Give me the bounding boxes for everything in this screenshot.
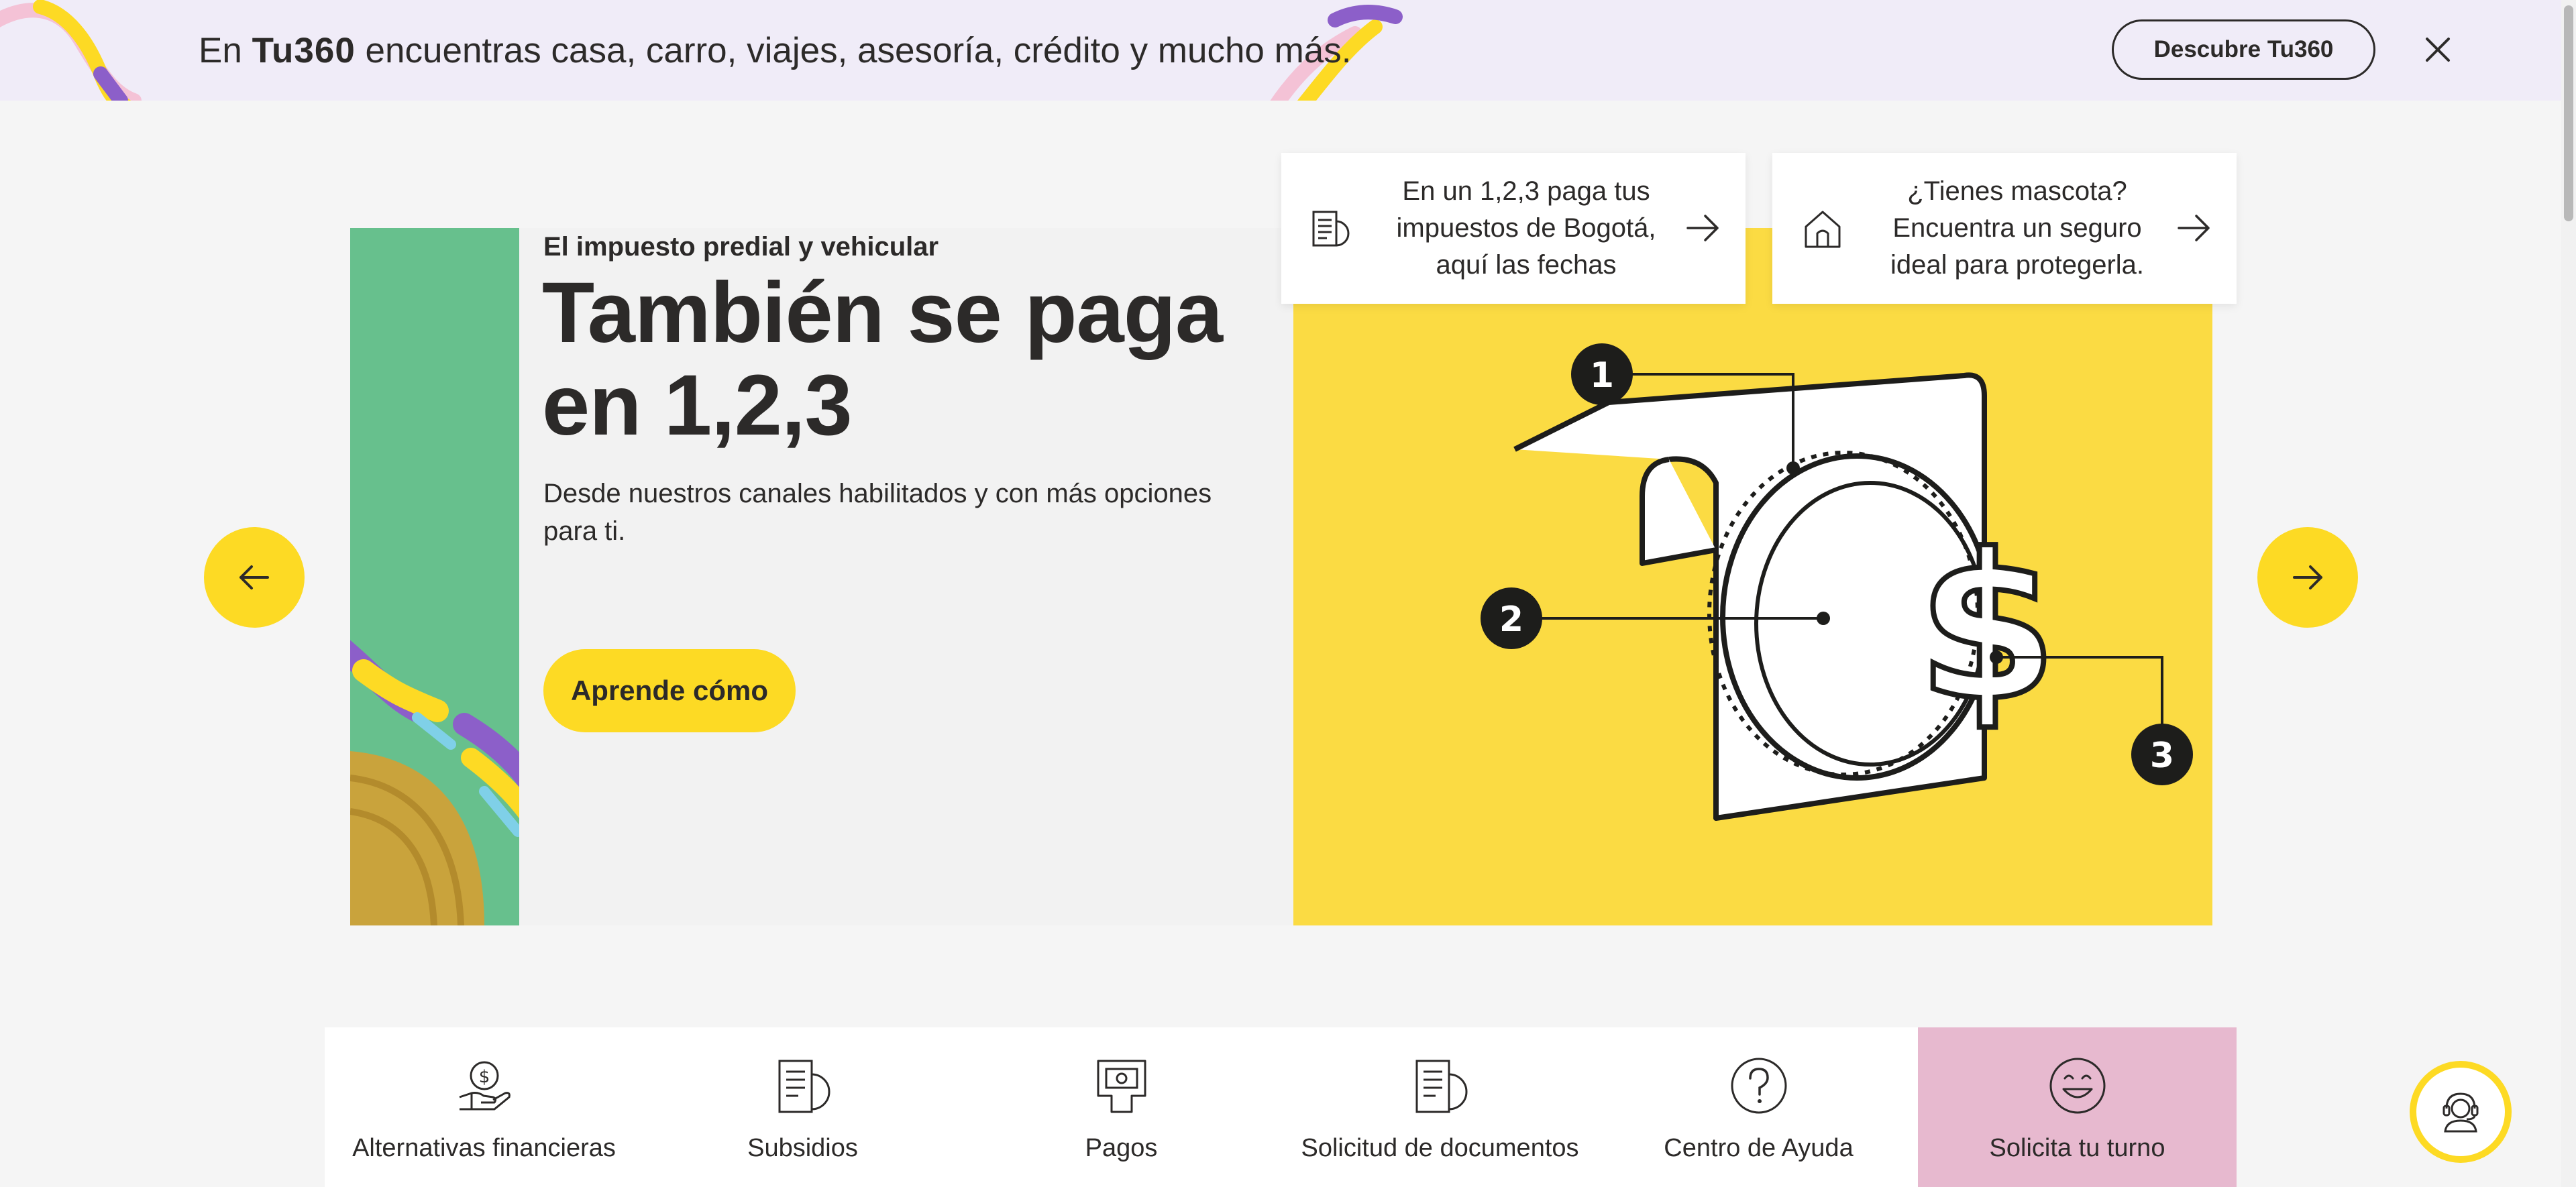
quick-access-solicita-turno[interactable]: Solicita tu turno	[1918, 1027, 2237, 1187]
svg-text:$: $	[1917, 511, 2057, 745]
hand-money-icon: $	[459, 1061, 511, 1111]
question-icon	[1731, 1058, 1786, 1114]
document-icon	[1415, 1060, 1467, 1113]
help-chat-button[interactable]	[2410, 1061, 2512, 1163]
hero-eyebrow: El impuesto predial y vehicular	[543, 232, 939, 262]
arrow-left-icon	[239, 565, 269, 589]
support-agent-icon	[2443, 1092, 2479, 1133]
tax-payment-illustration: $ 1 2 3	[1481, 343, 2193, 821]
tu360-brand: Tu360	[252, 31, 356, 70]
quick-access-solicitud-documentos[interactable]: Solicitud de documentos	[1281, 1027, 1599, 1187]
arrow-right-icon	[2293, 565, 2322, 589]
aprende-como-button[interactable]: Aprende cómo	[543, 649, 796, 732]
descubre-tu360-button[interactable]: Descubre Tu360	[2112, 19, 2375, 80]
quick-access-label: Centro de Ayuda	[1664, 1134, 1854, 1162]
scrollbar-thumb[interactable]	[2564, 5, 2573, 221]
info-card-mascota[interactable]: ¿Tienes mascota? Encuentra un seguro ide…	[1772, 153, 2237, 304]
marker-1-label: 1	[1590, 355, 1614, 396]
banner-decoration	[0, 0, 142, 101]
quick-access-label: Subsidios	[747, 1134, 858, 1162]
payment-icon	[1097, 1060, 1146, 1113]
previous-slide-button[interactable]	[204, 527, 305, 628]
arrow-right-icon	[2178, 215, 2210, 241]
promo-text: En Tu360 encuentras casa, carro, viajes,…	[199, 30, 1351, 72]
quick-access-subsidios[interactable]: Subsidios	[643, 1027, 962, 1187]
marker-2-label: 2	[1499, 600, 1523, 640]
next-slide-button[interactable]	[2257, 527, 2358, 628]
smile-icon	[2049, 1058, 2105, 1114]
house-icon	[1805, 211, 1841, 248]
close-icon	[2426, 38, 2450, 62]
quick-access-alternativas-financieras[interactable]: $ Alternativas financieras	[325, 1027, 643, 1187]
quick-access-label: Solicita tu turno	[1989, 1134, 2165, 1162]
promo-suffix: encuentras casa, carro, viajes, asesoría…	[365, 31, 1352, 70]
promo-prefix: En	[199, 31, 242, 70]
card-mascota-text: ¿Tienes mascota? Encuentra un seguro ide…	[1890, 176, 2145, 280]
document-icon	[1312, 211, 1350, 247]
hero-description: Desde nuestros canales habilitados y con…	[543, 479, 1212, 546]
arrow-right-icon	[1686, 215, 1719, 241]
hero-green-strip	[350, 228, 519, 925]
marker-3-label: 3	[2150, 736, 2174, 776]
quick-access-label: Alternativas financieras	[352, 1134, 616, 1162]
hero-photo-decoration	[350, 640, 519, 925]
info-card-impuestos[interactable]: En un 1,2,3 paga tus impuestos de Bogotá…	[1281, 153, 1746, 304]
card-impuestos-text: En un 1,2,3 paga tus impuestos de Bogotá…	[1396, 176, 1656, 280]
quick-access-pagos[interactable]: Pagos	[962, 1027, 1281, 1187]
hero-illustration-panel: $ 1 2 3	[1293, 228, 2212, 925]
svg-text:$: $	[478, 1067, 490, 1087]
quick-access-label: Pagos	[1085, 1134, 1158, 1162]
quick-access-label: Solicitud de documentos	[1301, 1134, 1579, 1162]
document-icon	[778, 1060, 830, 1113]
hero-title: También se paga en 1,2,3	[542, 265, 1223, 453]
close-banner-button[interactable]	[2418, 30, 2458, 70]
quick-access-centro-ayuda[interactable]: Centro de Ayuda	[1599, 1027, 1918, 1187]
